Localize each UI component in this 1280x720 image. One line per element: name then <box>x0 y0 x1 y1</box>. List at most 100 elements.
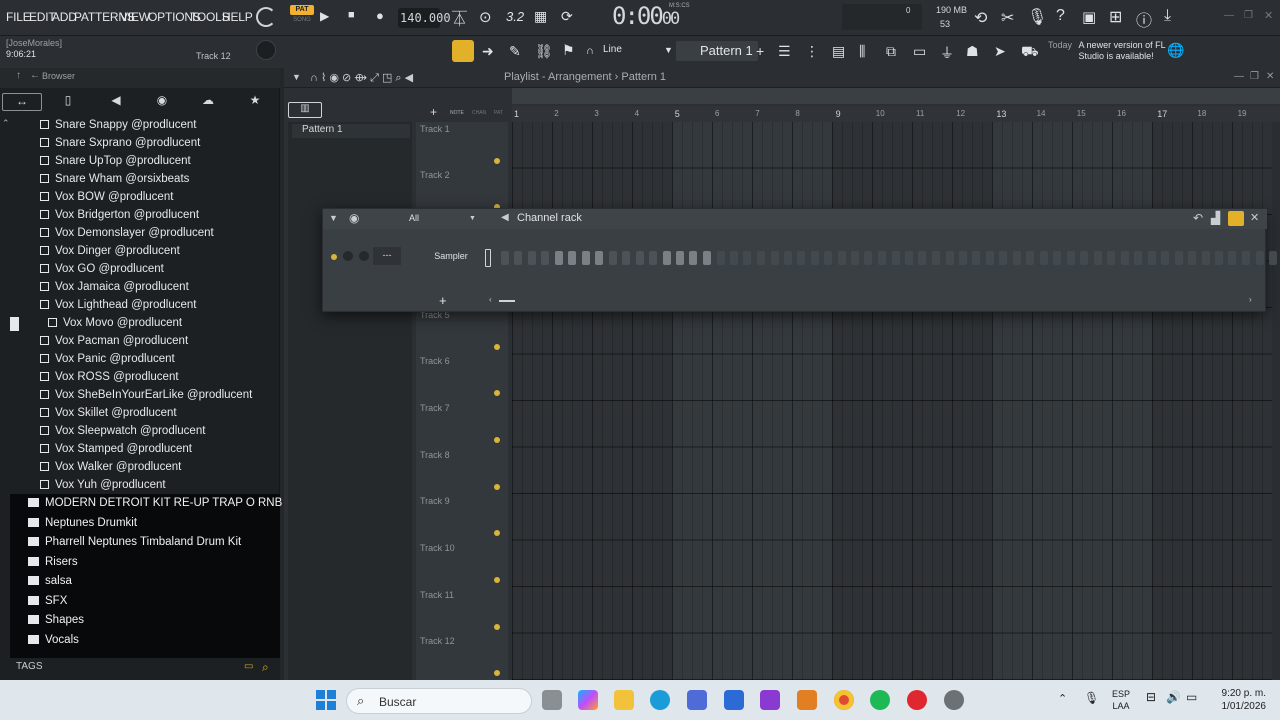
start-button-icon[interactable] <box>316 690 336 710</box>
step-button[interactable] <box>1133 251 1142 265</box>
browser-folder-item[interactable]: SFX <box>28 595 67 614</box>
main-volume-knob-icon[interactable] <box>256 7 276 27</box>
step-button[interactable] <box>1201 251 1210 265</box>
pattern-item[interactable]: Pattern 1 <box>292 124 410 138</box>
loop-record-icon[interactable]: ⟳ <box>561 8 573 25</box>
step-button[interactable] <box>999 251 1008 265</box>
browser-file-item[interactable]: Snare UpTop @prodlucent <box>40 155 191 173</box>
track-mute-led-icon[interactable] <box>494 670 500 676</box>
browser-folder-item[interactable]: Vocals <box>28 634 79 653</box>
step-button[interactable] <box>743 251 752 265</box>
microphone-icon[interactable]: 🎙 <box>1027 7 1047 27</box>
browser-file-item[interactable]: Vox Panic @prodlucent <box>40 353 175 371</box>
track-label[interactable]: Track 7 <box>420 403 450 413</box>
volume-icon[interactable]: 🔊 <box>1166 690 1181 704</box>
playlist-minimize-icon[interactable]: — <box>1234 71 1244 82</box>
menu-help[interactable]: HELP <box>222 10 253 24</box>
pat-song-toggle[interactable]: PAT SONG <box>290 5 314 31</box>
horizontal-scrollbar[interactable] <box>512 88 1280 104</box>
step-button[interactable] <box>1093 251 1102 265</box>
step-button[interactable] <box>945 251 954 265</box>
help-icon[interactable]: ? <box>1056 7 1065 25</box>
plugin-icon[interactable]: ⏚ <box>940 43 954 63</box>
browser-file-item[interactable]: Vox Stamped @prodlucent <box>40 443 192 461</box>
chevron-down-icon[interactable]: ▼ <box>664 45 673 55</box>
language-indicator[interactable]: ESP LAA <box>1112 688 1130 712</box>
step-button[interactable] <box>783 251 792 265</box>
step-button[interactable] <box>1120 251 1129 265</box>
browser-file-item[interactable]: Snare Snappy @prodlucent <box>40 119 196 137</box>
step-button[interactable] <box>986 251 995 265</box>
tab-project-icon[interactable]: ▯ <box>58 93 78 111</box>
tab-favorites-icon[interactable]: ★ <box>245 93 265 111</box>
network-icon[interactable]: ⊟ <box>1146 690 1156 704</box>
copilot-icon[interactable] <box>578 690 598 710</box>
step-button[interactable] <box>891 251 900 265</box>
master-pitch-knob-icon[interactable] <box>256 40 276 60</box>
track-mute-led-icon[interactable] <box>494 530 500 536</box>
track-mute-led-icon[interactable] <box>494 484 500 490</box>
step-button[interactable] <box>501 251 509 265</box>
step-button[interactable] <box>568 251 577 265</box>
scroll-thumb[interactable] <box>499 300 515 302</box>
step-button[interactable] <box>1161 251 1170 265</box>
browser-folder-item[interactable]: Pharrell Neptunes Timbaland Drum Kit <box>28 536 241 555</box>
track-mute-led-icon[interactable] <box>494 158 500 164</box>
folder-icon[interactable]: ▭ <box>244 661 253 672</box>
track-label[interactable]: Track 10 <box>420 543 455 553</box>
step-button[interactable] <box>1268 251 1277 265</box>
step-button[interactable] <box>1174 251 1183 265</box>
browser-folder-item[interactable]: Neptunes Drumkit <box>28 517 137 536</box>
tray-chevron-icon[interactable]: ⌃ <box>1058 692 1067 705</box>
browser-folder-item[interactable]: Risers <box>28 556 78 575</box>
step-button[interactable] <box>958 251 967 265</box>
obsidian-icon[interactable] <box>760 690 780 710</box>
scroll-right-icon[interactable]: › <box>1249 295 1252 304</box>
link-icon[interactable]: ⛓ <box>535 43 553 60</box>
microphone-tray-icon[interactable]: 🎙 <box>1084 691 1099 705</box>
fl-studio-icon[interactable] <box>797 690 817 710</box>
browser-file-item[interactable]: Vox Dinger @prodlucent <box>40 245 180 263</box>
step-button[interactable] <box>932 251 941 265</box>
scroll-left-icon[interactable]: ‹ <box>489 295 492 304</box>
undo-history-icon[interactable]: ⟲ <box>974 8 987 28</box>
step-button[interactable] <box>608 251 617 265</box>
snap-select[interactable]: Line <box>603 44 622 55</box>
browser-folder-item[interactable]: salsa <box>28 575 72 594</box>
track-label[interactable]: Track 12 <box>420 636 455 646</box>
browser-file-item[interactable]: Vox ROSS @prodlucent <box>40 371 179 389</box>
step-button[interactable] <box>581 251 590 265</box>
project-browser-icon[interactable]: ⧉ <box>886 43 896 60</box>
tool-icons[interactable]: ∩ ⌇ ◉ ⊘ ⟴ ⤢ ◳ ⌕ ◀ <box>310 71 413 85</box>
track-label[interactable]: Track 1 <box>420 124 450 134</box>
magnet-icon[interactable]: ∩ <box>586 45 594 57</box>
piano-roll-mode-icon[interactable]: ▥ <box>288 102 322 118</box>
playlist-close-icon[interactable]: ✕ <box>1266 71 1274 82</box>
browser-file-item[interactable]: Vox BOW @prodlucent <box>40 191 173 209</box>
task-view-icon[interactable] <box>542 690 562 710</box>
store-icon[interactable] <box>687 690 707 710</box>
step-button[interactable] <box>756 251 765 265</box>
mixer-icon[interactable]: ⫼ <box>859 43 865 60</box>
step-button[interactable] <box>918 251 927 265</box>
vertical-scrollbar[interactable] <box>1272 122 1280 680</box>
step-button[interactable] <box>1066 251 1075 265</box>
browser-file-item[interactable]: Snare Sxprano @prodlucent <box>40 137 200 155</box>
step-button[interactable] <box>689 251 698 265</box>
save-icon[interactable]: ▣ <box>1082 8 1096 26</box>
browser-file-item[interactable]: Vox Pacman @prodlucent <box>40 335 188 353</box>
minimize-icon[interactable]: — <box>1224 10 1234 21</box>
browser-folder-item[interactable]: Shapes <box>28 614 84 633</box>
step-edit-icon[interactable]: ▦ <box>534 8 547 25</box>
step-button[interactable] <box>676 251 685 265</box>
edge-icon[interactable] <box>650 690 670 710</box>
step-button[interactable] <box>716 251 725 265</box>
arrow-left-icon[interactable]: ← <box>30 70 40 81</box>
battery-icon[interactable]: ▭ <box>1186 690 1197 704</box>
browser-file-item[interactable]: Vox Walker @prodlucent <box>40 461 181 479</box>
step-button[interactable] <box>594 251 603 265</box>
step-button[interactable] <box>662 251 671 265</box>
track-mute-led-icon[interactable] <box>494 437 500 443</box>
restore-icon[interactable]: ❐ <box>1244 10 1253 21</box>
browser-file-item[interactable]: Vox Lighthead @prodlucent <box>40 299 196 317</box>
